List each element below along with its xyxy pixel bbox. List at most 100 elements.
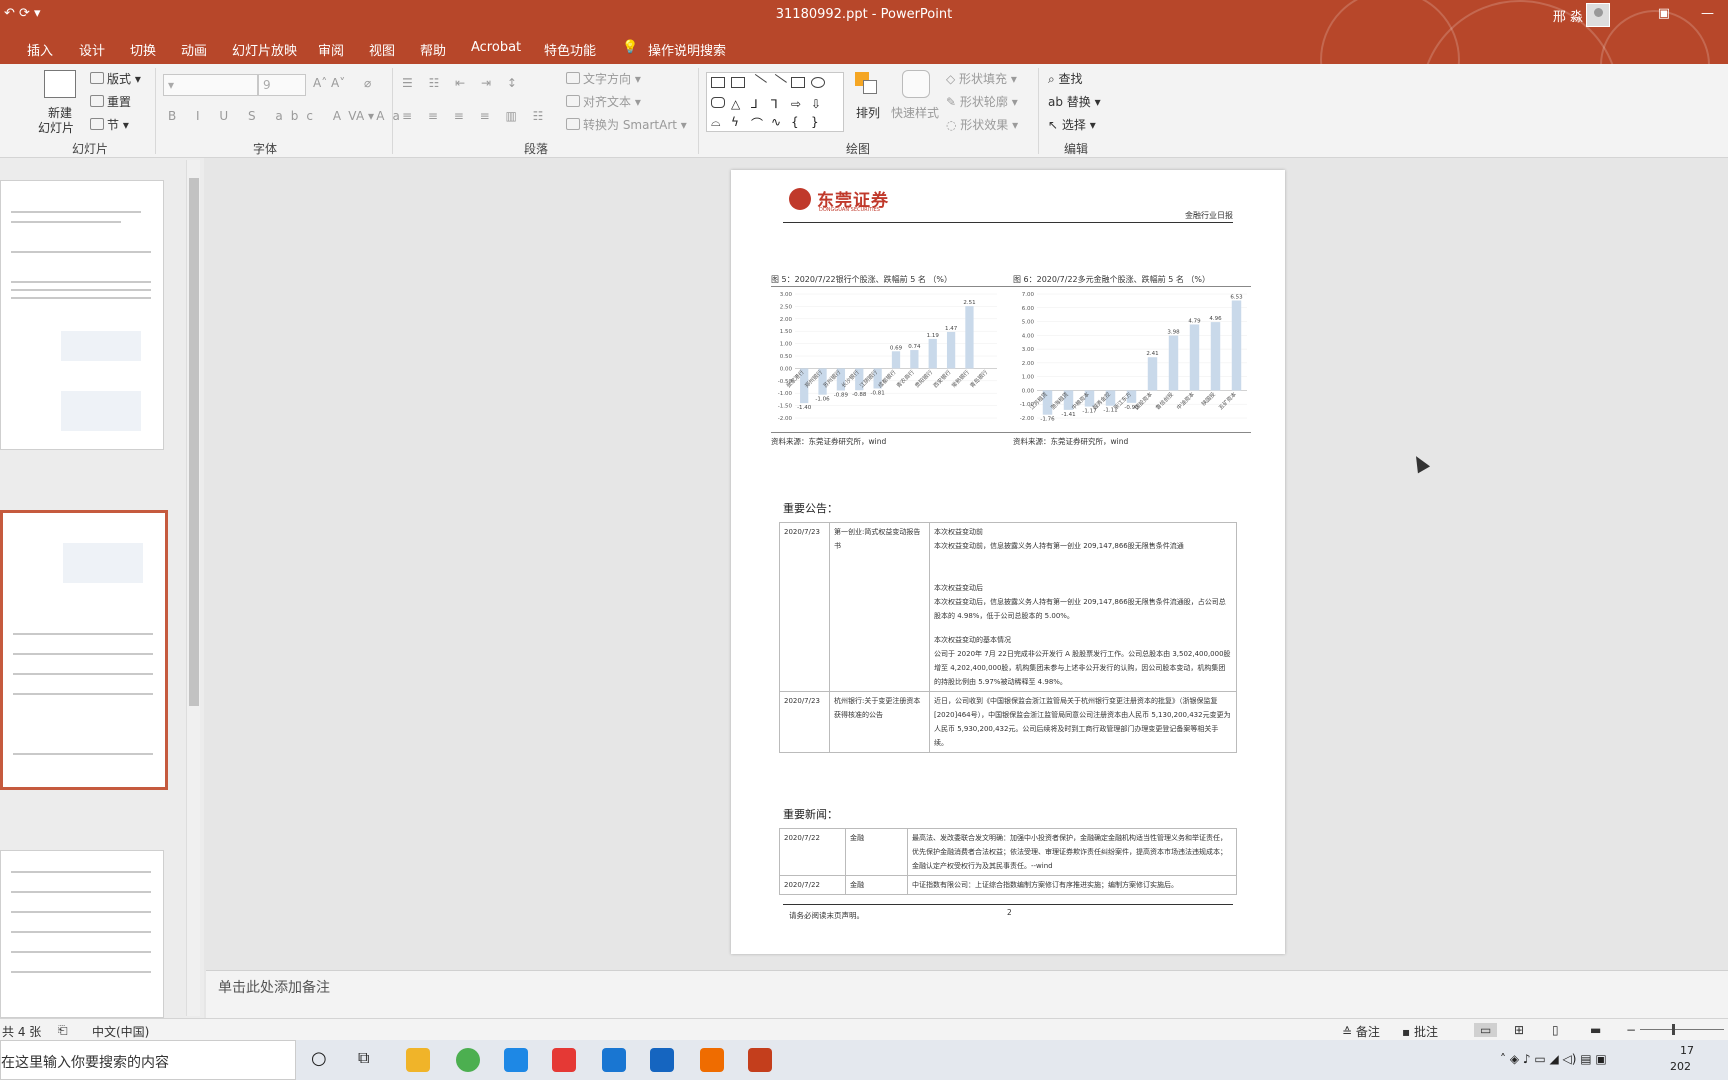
cortana-icon[interactable]: ○ [311, 1048, 327, 1069]
taskbar-search-text[interactable]: 在这里输入你要搜索的内容 [1, 1052, 169, 1072]
tab-help[interactable]: 帮助 [420, 40, 446, 59]
list-buttons[interactable]: ☰ ☷ ⇤ ⇥ ↕ [402, 76, 523, 90]
notes-pane[interactable]: 单击此处添加备注 [206, 970, 1728, 1018]
security-icon[interactable] [602, 1048, 626, 1072]
scrollbar-thumb[interactable] [189, 178, 199, 706]
thumbnail-scrollbar[interactable] [186, 160, 200, 1016]
freeform-shape-icon[interactable]: ⌓ [711, 115, 725, 129]
section-button[interactable]: 节 ▾ [90, 116, 129, 133]
file-explorer-icon[interactable] [406, 1048, 430, 1072]
data-label: -0.89 [834, 392, 849, 398]
tab-design[interactable]: 设计 [79, 40, 105, 59]
font-color-icon[interactable]: A ▾ [356, 109, 374, 123]
arc-shape-icon[interactable]: ⌒ [751, 115, 765, 131]
align-buttons[interactable]: ≡ ≡ ≡ ≡ ▥ ☷ [402, 109, 549, 123]
quick-styles-icon[interactable] [902, 70, 930, 98]
lightning-shape-icon[interactable]: ϟ [731, 115, 745, 129]
font-size-combo[interactable]: 9 [258, 74, 306, 96]
new-slide-dropdown[interactable]: 幻灯片 [38, 119, 74, 136]
accessibility-icon[interactable]: ⎗ [58, 1023, 68, 1038]
thumb-line [11, 221, 121, 223]
chrome-icon[interactable] [456, 1048, 480, 1072]
ob-app-icon[interactable] [650, 1048, 674, 1072]
tab-slideshow[interactable]: 幻灯片放映 [232, 40, 297, 59]
lightbulb-icon[interactable]: 💡 [622, 40, 638, 55]
triangle-shape-icon[interactable]: △ [731, 97, 745, 111]
tray-icons[interactable]: ˄ ◈ ♪ ▭ ◢ ◁) ▤ ▣ [1500, 1052, 1607, 1066]
zoom-slider[interactable] [1640, 1029, 1724, 1030]
x-tick-label: 西安银行 [931, 368, 953, 390]
cp-app-icon[interactable] [700, 1048, 724, 1072]
textbox-shape-icon[interactable] [711, 77, 725, 88]
table-cell-date: 2020/7/23 [779, 522, 830, 692]
taskbar-search[interactable]: 在这里输入你要搜索的内容 [0, 1040, 296, 1080]
divider [698, 68, 699, 154]
text-direction-button[interactable]: 文字方向 ▾ [566, 70, 641, 87]
reading-view-icon[interactable]: ▯ [1552, 1023, 1559, 1037]
down-arrow-shape-icon[interactable]: ⇩ [811, 97, 825, 111]
brace-left-shape-icon[interactable]: { [791, 115, 805, 129]
slide-thumbnail-3[interactable] [0, 850, 164, 1018]
new-slide-icon[interactable] [44, 70, 76, 98]
align-text-button[interactable]: 对齐文本 ▾ [566, 93, 641, 110]
tab-transitions[interactable]: 切换 [130, 40, 156, 59]
arrow-shape-icon[interactable] [769, 73, 787, 92]
oval-shape-icon[interactable] [811, 77, 825, 88]
right-arrow-shape-icon[interactable]: ⇨ [791, 97, 805, 111]
reset-button[interactable]: 重置 [90, 93, 131, 110]
smartart-button[interactable]: 转换为 SmartArt ▾ [566, 116, 687, 133]
line-shape-icon[interactable] [749, 73, 767, 92]
arrange-button[interactable]: 排列 [856, 104, 880, 121]
replace-icon: ab [1048, 95, 1067, 109]
align-text-icon [566, 95, 580, 107]
find-button[interactable]: ⌕ 查找 [1048, 70, 1083, 87]
quick-styles-button[interactable]: 快速样式 [891, 104, 939, 121]
shapes-gallery[interactable]: △ ⅃ ⅂ ⇨ ⇩ ⌓ ϟ ⌒ ∿ { } [706, 72, 844, 132]
slideshow-icon[interactable]: ▬ [1590, 1023, 1601, 1037]
slide-thumbnail-2-selected[interactable] [0, 510, 168, 790]
powerpoint-icon[interactable] [748, 1048, 772, 1072]
zoom-out-icon[interactable]: − [1626, 1023, 1636, 1037]
replace-button[interactable]: ab 替换 ▾ [1048, 93, 1101, 110]
task-view-icon[interactable]: ⧉ [358, 1048, 369, 1068]
notes-toggle[interactable]: ≙ 备注 [1342, 1023, 1380, 1040]
arrange-icon[interactable] [855, 72, 879, 96]
shape-outline-button[interactable]: ✎ 形状轮廓 ▾ [946, 93, 1018, 110]
shape-fill-button[interactable]: ◇ 形状填充 ▾ [946, 70, 1017, 87]
clear-format-icon[interactable]: ⌀ [364, 76, 371, 90]
tab-animations[interactable]: 动画 [181, 40, 207, 59]
zoom-slider-thumb[interactable] [1672, 1024, 1675, 1035]
font-name-combo[interactable]: ▾ [163, 74, 258, 96]
tab-review[interactable]: 审阅 [318, 40, 344, 59]
vertical-textbox-shape-icon[interactable] [731, 77, 745, 88]
app-icon[interactable] [504, 1048, 528, 1072]
font-grow-icon[interactable]: A˄ A˅ [313, 76, 345, 90]
tab-special-features[interactable]: 特色功能 [544, 40, 596, 59]
comments-toggle[interactable]: ▪ 批注 [1402, 1023, 1438, 1040]
tab-insert[interactable]: 插入 [27, 40, 53, 59]
shape-effects-button[interactable]: ◌ 形状效果 ▾ [946, 116, 1018, 133]
normal-view-icon[interactable]: ▭ [1474, 1023, 1498, 1037]
acrobat-icon[interactable] [552, 1048, 576, 1072]
tab-view[interactable]: 视图 [369, 40, 395, 59]
language[interactable]: 中文(中国) [92, 1023, 149, 1040]
group-label-slides: 幻灯片 [72, 142, 109, 156]
table-row: 2020/7/22 金融 最高法、发改委联合发文明确：加强中小投资者保护，金融确… [779, 828, 1237, 876]
avatar[interactable] [1586, 3, 1610, 27]
select-button[interactable]: ↖ 选择 ▾ [1048, 116, 1096, 133]
connector-shape-icon[interactable]: ⅃ [751, 97, 765, 111]
rounded-rect-shape-icon[interactable] [711, 97, 725, 108]
slide-sorter-icon[interactable]: ⊞ [1514, 1023, 1524, 1037]
layout-button[interactable]: 版式 ▾ [90, 70, 141, 87]
curve-shape-icon[interactable]: ∿ [771, 115, 785, 129]
notes-placeholder[interactable]: 单击此处添加备注 [218, 977, 330, 997]
tab-acrobat[interactable]: Acrobat [471, 40, 521, 55]
brace-right-shape-icon[interactable]: } [811, 115, 825, 129]
brand-name-en: DONGGUAN SECURITIES [819, 207, 880, 213]
elbow-connector-shape-icon[interactable]: ⅂ [771, 97, 785, 111]
tell-me-search[interactable]: 操作说明搜索 [648, 40, 726, 59]
slide[interactable]: 东莞证券 DONGGUAN SECURITIES 金融行业日报 图 5：2020… [731, 170, 1285, 954]
rectangle-shape-icon[interactable] [791, 77, 805, 88]
slide-thumbnail-1[interactable] [0, 180, 164, 450]
minimize-icon[interactable]: — [1701, 6, 1714, 21]
